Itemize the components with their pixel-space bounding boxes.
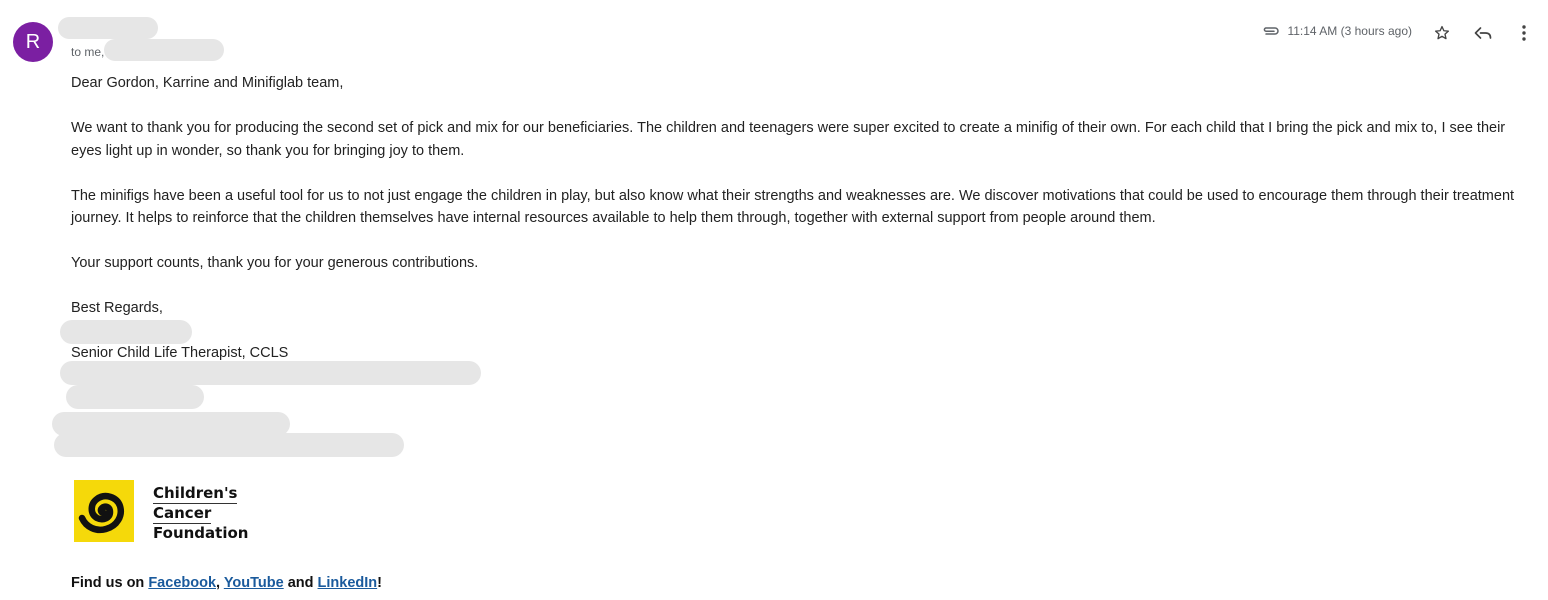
- redacted-recipients: [104, 39, 224, 61]
- email-body: Dear Gordon, Karrine and Minifiglab team…: [71, 72, 1536, 365]
- message-meta: 11:14 AM (3 hours ago): [1261, 24, 1412, 38]
- facebook-link[interactable]: Facebook: [148, 575, 216, 591]
- separator: and: [283, 575, 318, 591]
- paragraph-1: We want to thank you for producing the s…: [71, 120, 1506, 159]
- logo-wordmark: Children's Cancer Foundation: [153, 484, 248, 543]
- reply-icon[interactable]: [1472, 22, 1494, 44]
- logo-line-1: Children's: [153, 484, 238, 504]
- separator: ,: [216, 575, 224, 591]
- signoff: Best Regards,: [71, 300, 163, 316]
- redacted-signature-name: [60, 320, 192, 344]
- find-us-suffix: !: [377, 575, 382, 591]
- to-label: to me,: [71, 45, 105, 59]
- avatar-letter: R: [25, 31, 41, 53]
- redacted-signature-line: [66, 385, 204, 409]
- avatar[interactable]: R: [13, 22, 53, 62]
- spiral-logo-icon: [74, 480, 134, 542]
- redacted-sender-name: [58, 17, 158, 39]
- logo-line-2: Cancer: [153, 504, 212, 524]
- more-vert-icon[interactable]: [1513, 22, 1535, 44]
- linkedin-link[interactable]: LinkedIn: [318, 575, 378, 591]
- redacted-signature-line: [60, 361, 481, 385]
- timestamp: 11:14 AM (3 hours ago): [1287, 24, 1412, 38]
- find-us-line: Find us on Facebook, YouTube and LinkedI…: [71, 575, 382, 591]
- logo-line-3: Foundation: [153, 524, 249, 542]
- star-icon[interactable]: [1431, 22, 1453, 44]
- greeting: Dear Gordon, Karrine and Minifiglab team…: [71, 75, 344, 91]
- find-us-prefix: Find us on: [71, 575, 149, 591]
- youtube-link[interactable]: YouTube: [224, 575, 284, 591]
- redacted-signature-line: [54, 433, 404, 457]
- paragraph-3: Your support counts, thank you for your …: [71, 255, 479, 271]
- paragraph-2: The minifigs have been a useful tool for…: [71, 187, 1515, 227]
- attachment-icon: [1261, 24, 1281, 38]
- recipients-line[interactable]: to me,: [71, 45, 104, 59]
- foundation-logo: Children's Cancer Foundation: [74, 480, 248, 543]
